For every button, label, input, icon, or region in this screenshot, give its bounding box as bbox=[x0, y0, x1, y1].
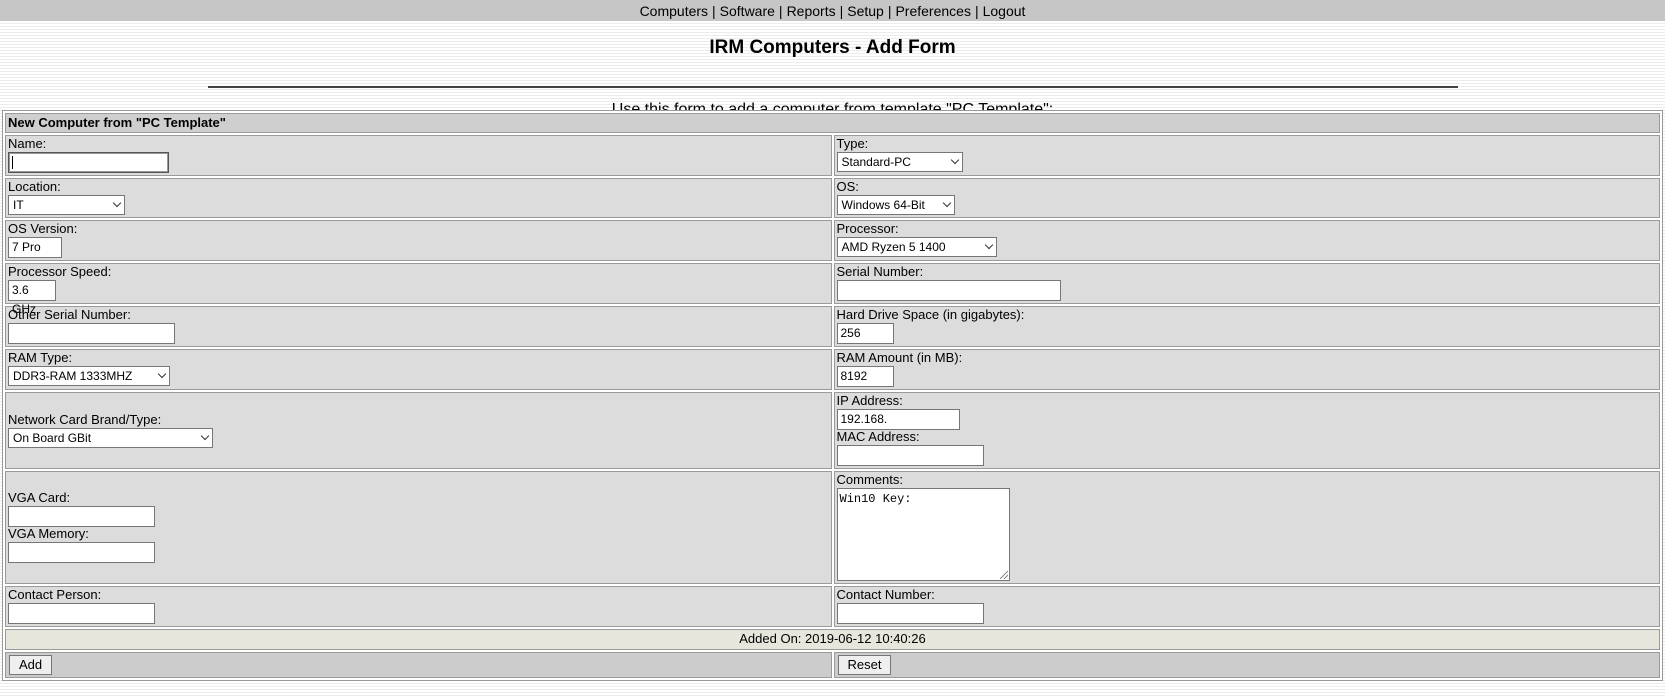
ram-type-cell: RAM Type: DDR3-RAM 1333MHZ bbox=[5, 349, 832, 390]
processor-speed-label: Processor Speed: bbox=[8, 264, 112, 279]
vga-card-input[interactable] bbox=[8, 506, 155, 527]
comments-text: Win10 Key: bbox=[839, 492, 912, 506]
reset-button-cell: Reset bbox=[833, 652, 1660, 678]
add-button[interactable]: Add bbox=[9, 655, 53, 675]
other-serial-input[interactable] bbox=[8, 323, 175, 344]
type-select-value: Standard-PC bbox=[841, 155, 911, 169]
added-on-timestamp: Added On: 2019-06-12 10:40:26 bbox=[5, 629, 1660, 650]
other-serial-cell: Other Serial Number: bbox=[5, 306, 832, 347]
location-cell: Location: IT bbox=[5, 178, 832, 218]
comments-label: Comments: bbox=[836, 472, 903, 487]
ram-amount-cell: RAM Amount (in MB): 8192 bbox=[833, 349, 1660, 390]
hdd-space-label: Hard Drive Space (in gigabytes): bbox=[836, 307, 1025, 322]
top-navigation: Computers | Software | Reports | Setup | Prefere… bbox=[0, 0, 1665, 21]
os-select-value: Windows 64-Bit bbox=[841, 198, 925, 212]
mac-address-label: MAC Address: bbox=[836, 429, 920, 444]
location-label: Location: bbox=[8, 179, 61, 194]
ram-type-label: RAM Type: bbox=[8, 350, 73, 365]
network-card-label: Network Card Brand/Type: bbox=[8, 411, 162, 427]
network-card-select[interactable]: On Board GBit bbox=[8, 427, 213, 448]
serial-number-label: Serial Number: bbox=[836, 264, 924, 279]
nav-separator: | bbox=[887, 3, 892, 19]
processor-cell: Processor: AMD Ryzen 5 1400 bbox=[833, 220, 1660, 261]
contact-number-input[interactable] bbox=[836, 603, 984, 624]
os-version-cell: OS Version: 7 Pro bbox=[5, 220, 832, 261]
text-caret bbox=[12, 156, 13, 170]
form-header: New Computer from "PC Template" bbox=[5, 113, 1660, 133]
vga-memory-input[interactable] bbox=[8, 542, 155, 563]
add-button-cell: Add bbox=[5, 652, 832, 678]
nav-separator: | bbox=[974, 3, 979, 19]
nav-link-software[interactable]: Software bbox=[720, 3, 775, 19]
os-label: OS: bbox=[836, 179, 859, 194]
chevron-down-icon bbox=[112, 198, 122, 208]
type-cell: Type: Standard-PC bbox=[833, 135, 1660, 176]
location-select[interactable]: IT bbox=[8, 195, 125, 215]
contact-number-label: Contact Number: bbox=[836, 587, 935, 602]
ram-amount-input[interactable]: 8192 bbox=[836, 366, 894, 387]
hdd-space-cell: Hard Drive Space (in gigabytes): 256 bbox=[833, 306, 1660, 347]
name-label: Name: bbox=[8, 136, 47, 151]
page-title: IRM Computers - Add Form bbox=[709, 37, 956, 58]
name-cell: Name: bbox=[5, 135, 832, 176]
contact-person-cell: Contact Person: bbox=[5, 586, 832, 627]
vga-cell: VGA Card: VGA Memory: bbox=[5, 471, 832, 584]
comments-cell: Comments: Win10 Key: bbox=[833, 471, 1660, 584]
processor-select[interactable]: AMD Ryzen 5 1400 bbox=[836, 237, 997, 257]
os-cell: OS: Windows 64-Bit bbox=[833, 178, 1660, 218]
add-computer-form: New Computer from "PC Template" Name: Ty… bbox=[2, 110, 1663, 681]
nav-link-reports[interactable]: Reports bbox=[787, 3, 836, 19]
network-card-select-value: On Board GBit bbox=[13, 430, 92, 445]
ram-amount-label: RAM Amount (in MB): bbox=[836, 350, 963, 365]
processor-label: Processor: bbox=[836, 221, 899, 236]
location-select-value: IT bbox=[13, 198, 24, 212]
contact-person-input[interactable] bbox=[8, 603, 155, 624]
comments-textarea[interactable]: Win10 Key: bbox=[836, 488, 1010, 581]
processor-speed-cell: Processor Speed: 3.6 GHz bbox=[5, 263, 832, 316]
contact-number-cell: Contact Number: bbox=[833, 586, 1660, 627]
chevron-down-icon bbox=[942, 198, 951, 208]
processor-select-value: AMD Ryzen 5 1400 bbox=[841, 240, 946, 254]
type-label: Type: bbox=[836, 136, 869, 151]
other-serial-label: Other Serial Number: bbox=[8, 307, 131, 322]
chevron-down-icon bbox=[157, 369, 167, 379]
nav-link-setup[interactable]: Setup bbox=[847, 3, 884, 19]
resize-grip-icon[interactable] bbox=[999, 571, 1008, 579]
nav-link-logout[interactable]: Logout bbox=[983, 3, 1026, 19]
nav-separator: | bbox=[712, 3, 716, 19]
hdd-space-input[interactable]: 256 bbox=[836, 323, 894, 344]
nav-link-preferences[interactable]: Preferences bbox=[895, 3, 970, 19]
ram-type-select-value: DDR3-RAM 1333MHZ bbox=[13, 369, 133, 383]
vga-card-label: VGA Card: bbox=[8, 490, 71, 505]
chevron-down-icon bbox=[200, 431, 210, 440]
type-select[interactable]: Standard-PC bbox=[836, 152, 963, 172]
nav-link-computers[interactable]: Computers bbox=[640, 3, 708, 19]
vga-memory-label: VGA Memory: bbox=[8, 526, 89, 541]
os-version-label: OS Version: bbox=[8, 221, 78, 236]
contact-person-label: Contact Person: bbox=[8, 587, 102, 602]
serial-number-input[interactable] bbox=[836, 280, 1061, 301]
nav-separator: | bbox=[839, 3, 844, 19]
nav-separator: | bbox=[778, 3, 783, 19]
reset-button[interactable]: Reset bbox=[837, 655, 892, 675]
network-card-cell: Network Card Brand/Type: On Board GBit bbox=[5, 392, 832, 469]
ram-type-select[interactable]: DDR3-RAM 1333MHZ bbox=[8, 366, 170, 386]
title-divider bbox=[207, 86, 1458, 88]
chevron-down-icon bbox=[950, 155, 959, 165]
os-version-input[interactable]: 7 Pro bbox=[8, 237, 62, 258]
processor-speed-input[interactable]: 3.6 GHz bbox=[8, 280, 56, 316]
serial-number-cell: Serial Number: bbox=[833, 263, 1660, 304]
mac-address-input[interactable] bbox=[836, 445, 984, 466]
network-address-cell: IP Address: 192.168. MAC Address: bbox=[833, 392, 1660, 469]
os-select[interactable]: Windows 64-Bit bbox=[836, 195, 955, 215]
chevron-down-icon bbox=[984, 240, 993, 250]
ip-address-input[interactable]: 192.168. bbox=[836, 409, 960, 430]
ip-address-label: IP Address: bbox=[836, 393, 903, 408]
name-input[interactable] bbox=[8, 152, 169, 173]
